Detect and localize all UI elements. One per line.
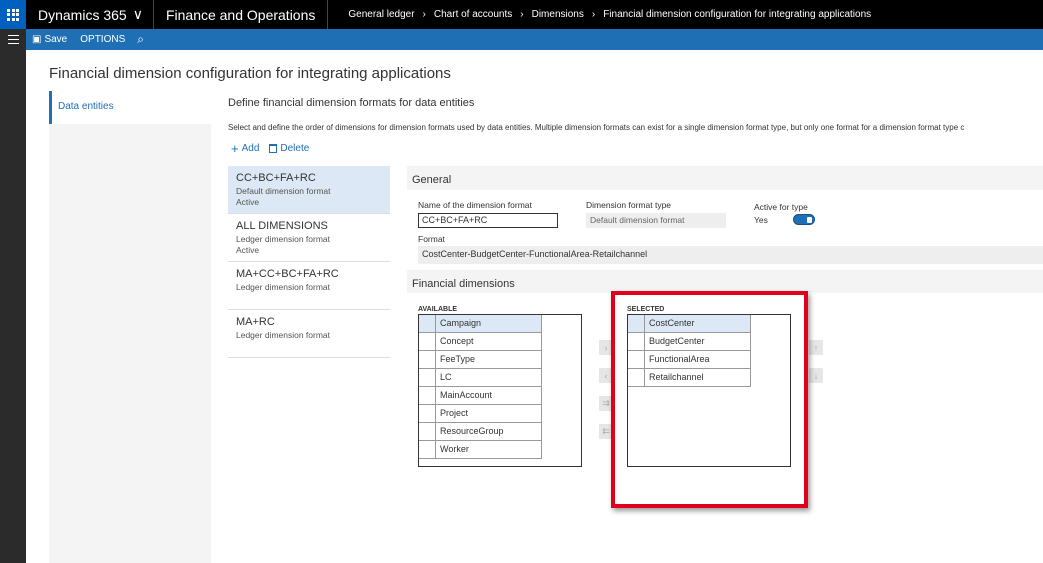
active-value: Yes — [754, 215, 768, 225]
search-icon[interactable]: ⌕ — [137, 32, 144, 47]
delete-button[interactable]: Delete — [269, 143, 309, 154]
format-type-field: Default dimension format — [586, 213, 726, 228]
page-title: Financial dimension configuration for in… — [49, 65, 451, 82]
available-grid: Campaign Concept FeeType LC MainAccount … — [418, 314, 582, 467]
module-name[interactable]: Finance and Operations — [154, 0, 329, 29]
active-toggle[interactable] — [793, 214, 815, 225]
app-launcher-icon[interactable] — [0, 0, 26, 29]
list-item[interactable]: CC+BC+FA+RC Default dimension format Act… — [228, 166, 390, 214]
list-item[interactable]: ALL DIMENSIONS Ledger dimension format A… — [228, 214, 390, 262]
format-name: CC+BC+FA+RC — [236, 172, 316, 184]
available-label: AVAILABLE — [418, 306, 458, 313]
financial-dimensions-heading[interactable]: Financial dimensions — [412, 278, 515, 290]
section-description: Select and define the order of dimension… — [228, 123, 965, 132]
breadcrumb-item-chart-of-accounts[interactable]: Chart of accounts — [434, 9, 512, 20]
breadcrumb-item-current[interactable]: Financial dimension configuration for in… — [603, 9, 871, 20]
format-field: CostCenter-BudgetCenter-FunctionalArea-R… — [418, 246, 1043, 264]
trash-icon — [269, 144, 278, 153]
move-down-icon[interactable]: ↓ — [809, 368, 823, 383]
table-row[interactable]: MainAccount — [419, 387, 542, 405]
chevron-right-icon: › — [520, 9, 524, 20]
add-button[interactable]: + Add — [231, 140, 260, 156]
list-toolbar: + Add Delete — [231, 140, 309, 156]
format-type: Ledger dimension format — [236, 330, 331, 340]
save-disk-icon: ▣ — [32, 34, 42, 45]
brand-menu[interactable]: Dynamics 365 ∨ — [26, 0, 154, 29]
chevron-right-icon: › — [591, 9, 596, 20]
add-label: Add — [241, 143, 260, 154]
table-row[interactable]: FeeType — [419, 351, 542, 369]
active-label: Active for type — [754, 202, 808, 212]
format-type: Ledger dimension format — [236, 282, 331, 292]
highlight-annotation-box — [611, 291, 808, 508]
table-row[interactable]: Concept — [419, 333, 542, 351]
format-status: Active — [236, 197, 260, 207]
format-status: Active — [236, 245, 260, 255]
name-label: Name of the dimension format — [418, 200, 532, 210]
side-nav: Data entities — [49, 91, 211, 563]
navigation-pane — [0, 50, 26, 563]
section-title: Define financial dimension formats for d… — [228, 97, 475, 109]
table-row[interactable]: LC — [419, 369, 542, 387]
breadcrumb: General ledger › Chart of accounts › Dim… — [328, 9, 871, 20]
move-up-icon[interactable]: ↑ — [809, 340, 823, 355]
table-row[interactable]: Campaign — [419, 315, 542, 333]
save-button[interactable]: ▣ Save — [32, 34, 67, 45]
list-item[interactable]: MA+CC+BC+FA+RC Ledger dimension format — [228, 262, 390, 310]
table-row[interactable]: ResourceGroup — [419, 423, 542, 441]
hamburger-menu-icon[interactable] — [0, 29, 26, 50]
save-label: Save — [44, 34, 68, 45]
format-type-label: Dimension format type — [586, 200, 672, 210]
format-name: ALL DIMENSIONS — [236, 220, 328, 232]
format-name: MA+CC+BC+FA+RC — [236, 268, 339, 280]
format-type: Ledger dimension format — [236, 234, 331, 244]
brand-label: Dynamics 365 — [38, 6, 127, 23]
general-heading[interactable]: General — [412, 174, 451, 186]
plus-icon: + — [231, 140, 239, 156]
chevron-down-icon: ∨ — [132, 6, 143, 22]
options-button[interactable]: OPTIONS — [80, 34, 125, 45]
top-nav-bar: Dynamics 365 ∨ Finance and Operations Ge… — [0, 0, 1043, 29]
table-row[interactable]: Project — [419, 405, 542, 423]
delete-label: Delete — [280, 143, 310, 154]
list-item[interactable]: MA+RC Ledger dimension format — [228, 310, 390, 358]
format-type: Default dimension format — [236, 186, 331, 196]
dimension-format-list: CC+BC+FA+RC Default dimension format Act… — [228, 166, 390, 358]
action-bar: ▣ Save OPTIONS ⌕ — [0, 29, 1043, 50]
table-row[interactable]: Worker — [419, 441, 542, 459]
breadcrumb-item-dimensions[interactable]: Dimensions — [532, 9, 584, 20]
format-name: MA+RC — [236, 316, 275, 328]
chevron-right-icon: › — [422, 9, 426, 20]
name-field[interactable]: CC+BC+FA+RC — [418, 213, 558, 228]
breadcrumb-item-general-ledger[interactable]: General ledger — [348, 9, 414, 20]
format-label: Format — [418, 234, 445, 244]
sidenav-item-data-entities[interactable]: Data entities — [49, 91, 211, 124]
